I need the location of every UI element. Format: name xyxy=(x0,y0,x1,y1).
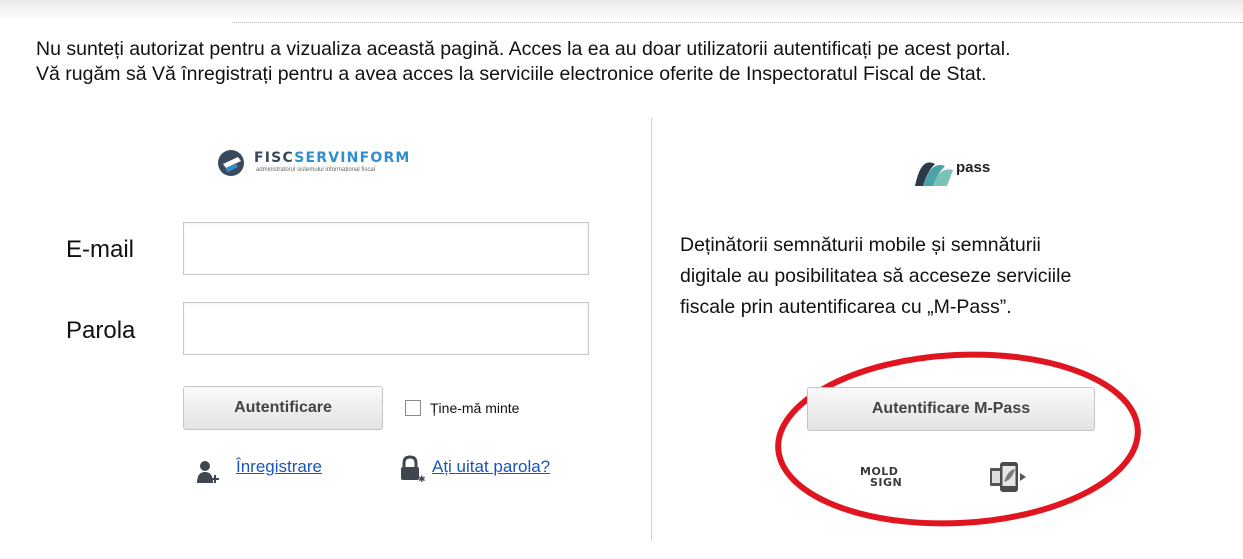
mpass-logo-text: pass xyxy=(956,159,991,176)
forgot-password-lock-icon: ✱ xyxy=(401,455,425,483)
moldsign-logo: MOLD SIGN xyxy=(860,466,902,488)
moldsign-line-2: SIGN xyxy=(870,476,903,489)
mobile-signature-icon xyxy=(990,462,1026,492)
access-notice: Nu sunteți autorizat pentru a vizualiza … xyxy=(36,37,1236,87)
mpass-logo-mark-icon xyxy=(915,162,953,186)
mpass-description: Deținătorii semnăturii mobile și semnătu… xyxy=(680,230,1200,323)
red-highlight-oval xyxy=(775,351,1141,527)
fisc-logo-tagline: administratorul sistemului informațional… xyxy=(256,167,376,173)
register-link[interactable]: Înregistrare xyxy=(236,457,322,477)
top-bar-shadow xyxy=(0,0,1243,22)
svg-text:✱: ✱ xyxy=(418,475,425,483)
email-field[interactable] xyxy=(183,222,589,275)
email-label: E-mail xyxy=(66,236,135,263)
login-button[interactable]: Autentificare xyxy=(183,386,383,430)
forgot-password-link[interactable]: Ați uitat parola? xyxy=(432,457,550,477)
mpass-logo: pass xyxy=(913,150,1023,190)
vertical-divider xyxy=(651,118,652,541)
password-field[interactable] xyxy=(183,302,589,355)
notice-line-1: Nu sunteți autorizat pentru a vizualiza … xyxy=(36,38,1011,60)
add-user-icon xyxy=(197,461,219,483)
fisc-logo-mark-icon xyxy=(218,150,244,176)
notice-line-2: Vă rugăm să Vă înregistrați pentru a ave… xyxy=(36,63,987,85)
remember-me-checkbox[interactable] xyxy=(405,400,421,416)
mpass-login-button[interactable]: Autentificare M-Pass xyxy=(807,387,1095,431)
mpass-description-line-2: digitale au posibilitatea să acceseze se… xyxy=(680,265,1072,287)
fiscservinform-logo: FISCSERVINFORM administratorul sistemulu… xyxy=(216,148,476,178)
dotted-separator xyxy=(232,22,1243,23)
password-label: Parola xyxy=(66,317,136,344)
mpass-description-line-1: Deținătorii semnăturii mobile și semnătu… xyxy=(680,234,1041,256)
fisc-logo-name: FISCSERVINFORM xyxy=(254,150,411,166)
remember-me-label: Ține-mă minte xyxy=(430,400,520,416)
mpass-description-line-3: fiscale prin autentificarea cu „M-Pass”. xyxy=(680,296,1012,318)
